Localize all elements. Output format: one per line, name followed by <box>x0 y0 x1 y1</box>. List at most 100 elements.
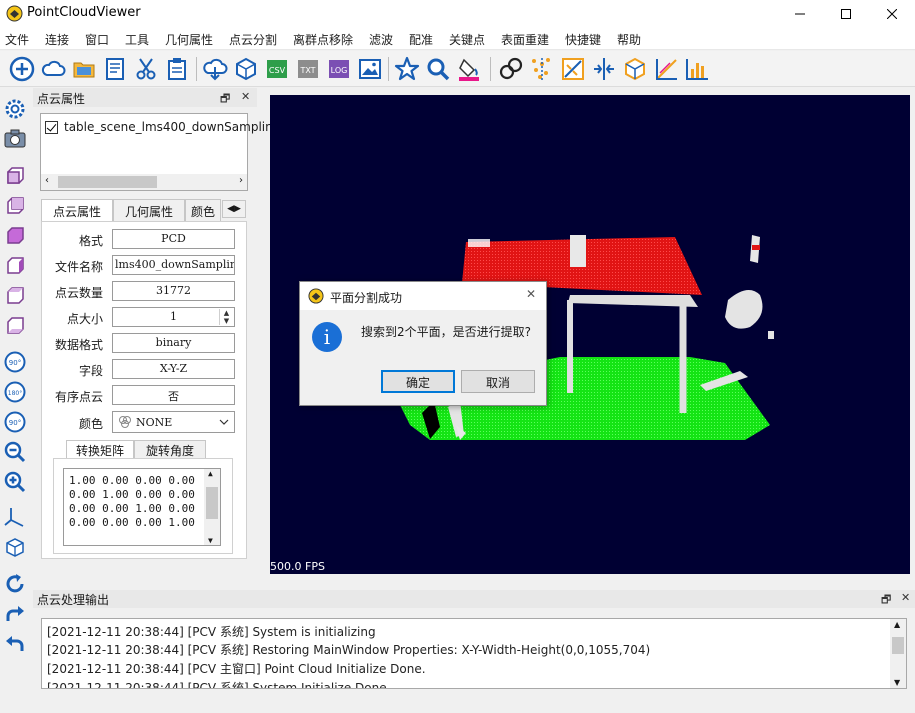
spin-arrows-icon[interactable]: ▲ ▼ <box>219 309 233 325</box>
minimize-button[interactable] <box>777 0 823 28</box>
axes-icon[interactable] <box>3 505 27 529</box>
rotate-90-icon[interactable]: 90° <box>3 350 27 374</box>
cloud-icon[interactable] <box>39 55 67 83</box>
output-log[interactable]: [2021-12-11 20:38:44] [PCV 系统] System is… <box>41 618 907 689</box>
color-select[interactable]: NONE <box>112 411 235 433</box>
menu-shortcuts[interactable]: 快捷键 <box>565 31 601 48</box>
notepad-icon[interactable] <box>101 55 129 83</box>
csv-icon[interactable]: CSV <box>263 55 291 83</box>
fill-color-icon[interactable] <box>455 55 483 83</box>
rotate-180-icon[interactable]: 180° <box>3 380 27 404</box>
add-icon[interactable] <box>8 55 36 83</box>
isometric-icon[interactable] <box>3 535 27 559</box>
scroll-left-icon[interactable]: ‹ <box>45 175 49 186</box>
bar-chart-icon[interactable] <box>683 55 711 83</box>
align-icon[interactable] <box>590 55 618 83</box>
cloud-visible-checkbox[interactable] <box>45 120 58 134</box>
view-front-icon[interactable] <box>3 164 27 188</box>
float-panel-icon[interactable]: 🗗 <box>881 591 891 610</box>
sparkle-points-icon[interactable] <box>528 55 556 83</box>
cloud-file-item[interactable]: table_scene_lms400_downSampling <box>45 120 280 134</box>
scroll-thumb[interactable] <box>892 637 904 654</box>
txt-icon-label: TXT <box>299 66 315 75</box>
zoom-in-icon[interactable] <box>3 470 27 494</box>
scroll-down-icon[interactable]: ▼ <box>208 536 213 545</box>
menu-geometry[interactable]: 几何属性 <box>165 31 213 48</box>
star-icon[interactable] <box>393 55 421 83</box>
menu-keypoints[interactable]: 关键点 <box>449 31 485 48</box>
close-button[interactable] <box>869 0 915 28</box>
field-value-point-count: 31772 <box>112 281 235 301</box>
scroll-thumb[interactable] <box>58 176 157 188</box>
fps-counter: 500.0 FPS <box>270 560 325 573</box>
close-panel-icon[interactable]: ✕ <box>901 591 910 604</box>
menu-connect[interactable]: 连接 <box>45 31 69 48</box>
point-size-spinbox[interactable]: 1 ▲ ▼ <box>112 307 235 327</box>
maximize-button[interactable] <box>823 0 869 28</box>
bounding-box-icon[interactable] <box>621 55 649 83</box>
rotate-90-ccw-icon[interactable]: 90° <box>3 410 27 434</box>
menu-tools[interactable]: 工具 <box>125 31 149 48</box>
scroll-right-icon[interactable]: › <box>239 175 243 186</box>
gear-icon[interactable] <box>3 97 27 121</box>
dialog-close-icon[interactable]: ✕ <box>526 287 536 301</box>
field-label-color: 颜色 <box>78 417 103 431</box>
tab-transform-matrix[interactable]: 转换矩阵 <box>66 440 134 459</box>
toolbar-separator <box>388 57 389 81</box>
clipboard-icon[interactable] <box>163 55 191 83</box>
undo-icon[interactable] <box>3 632 27 656</box>
color-select-value: NONE <box>136 416 173 429</box>
scroll-up-icon[interactable]: ▲ <box>208 469 213 478</box>
scroll-down-icon[interactable]: ▼ <box>894 678 900 687</box>
txt-icon[interactable]: TXT <box>294 55 322 83</box>
matrix-row: 0.00 1.00 0.00 0.00 <box>69 488 195 501</box>
menu-surface-reconstruction[interactable]: 表面重建 <box>501 31 549 48</box>
menu-registration[interactable]: 配准 <box>409 31 433 48</box>
cancel-button[interactable]: 取消 <box>461 370 535 393</box>
menu-window[interactable]: 窗口 <box>85 31 109 48</box>
file-list-hscrollbar[interactable]: ‹ › <box>41 174 247 190</box>
search-icon[interactable] <box>424 55 452 83</box>
scroll-up-icon[interactable]: ▲ <box>894 620 900 629</box>
view-back-icon[interactable] <box>3 194 27 218</box>
cloud-download-icon[interactable] <box>201 55 229 83</box>
tab-color[interactable]: 颜色 <box>185 199 221 221</box>
tab-scroll-buttons[interactable]: ◀▶ <box>222 200 246 218</box>
zoom-out-icon[interactable] <box>3 440 27 464</box>
menu-help[interactable]: 帮助 <box>617 31 641 48</box>
menu-segmentation[interactable]: 点云分割 <box>229 31 277 48</box>
view-right-icon[interactable] <box>3 254 27 278</box>
menu-outlier-removal[interactable]: 离群点移除 <box>293 31 353 48</box>
axis-line-icon[interactable] <box>652 55 680 83</box>
view-bottom-icon[interactable] <box>3 314 27 338</box>
float-panel-icon[interactable]: 🗗 <box>220 90 230 109</box>
refresh-icon[interactable] <box>3 572 27 596</box>
view-left-icon[interactable] <box>3 224 27 248</box>
view-top-icon[interactable] <box>3 284 27 308</box>
folder-icon[interactable] <box>70 55 98 83</box>
ok-button[interactable]: 确定 <box>381 370 455 393</box>
rotate-90-label: 90° <box>9 359 21 367</box>
menu-file[interactable]: 文件 <box>5 31 29 48</box>
scroll-thumb[interactable] <box>206 487 218 519</box>
cut-icon[interactable] <box>132 55 160 83</box>
camera-icon[interactable] <box>3 126 27 150</box>
field-value-fields: X-Y-Z <box>112 359 235 379</box>
redo-icon[interactable] <box>3 602 27 626</box>
output-vscrollbar[interactable]: ▲ ▼ <box>890 619 906 688</box>
rotate-180-label: 180° <box>8 390 22 397</box>
menu-filter[interactable]: 滤波 <box>369 31 393 48</box>
tab-cloud-properties[interactable]: 点云属性 <box>41 199 113 222</box>
circles-icon[interactable] <box>497 55 525 83</box>
log-icon[interactable]: LOG <box>325 55 353 83</box>
close-panel-icon[interactable]: ✕ <box>241 90 250 103</box>
tab-geometry[interactable]: 几何属性 <box>113 199 185 221</box>
package-icon[interactable] <box>232 55 260 83</box>
matrix-textarea[interactable]: 1.00 0.00 0.00 0.00 0.00 1.00 0.00 0.00 … <box>63 468 221 546</box>
matrix-vscrollbar[interactable]: ▲ ▼ <box>204 469 220 545</box>
normals-icon[interactable] <box>559 55 587 83</box>
tab-rotation-angle[interactable]: 旋转角度 <box>134 440 206 459</box>
image-icon[interactable] <box>356 55 384 83</box>
matrix-row: 1.00 0.00 0.00 0.00 <box>69 474 195 487</box>
app-logo-icon <box>6 5 23 22</box>
